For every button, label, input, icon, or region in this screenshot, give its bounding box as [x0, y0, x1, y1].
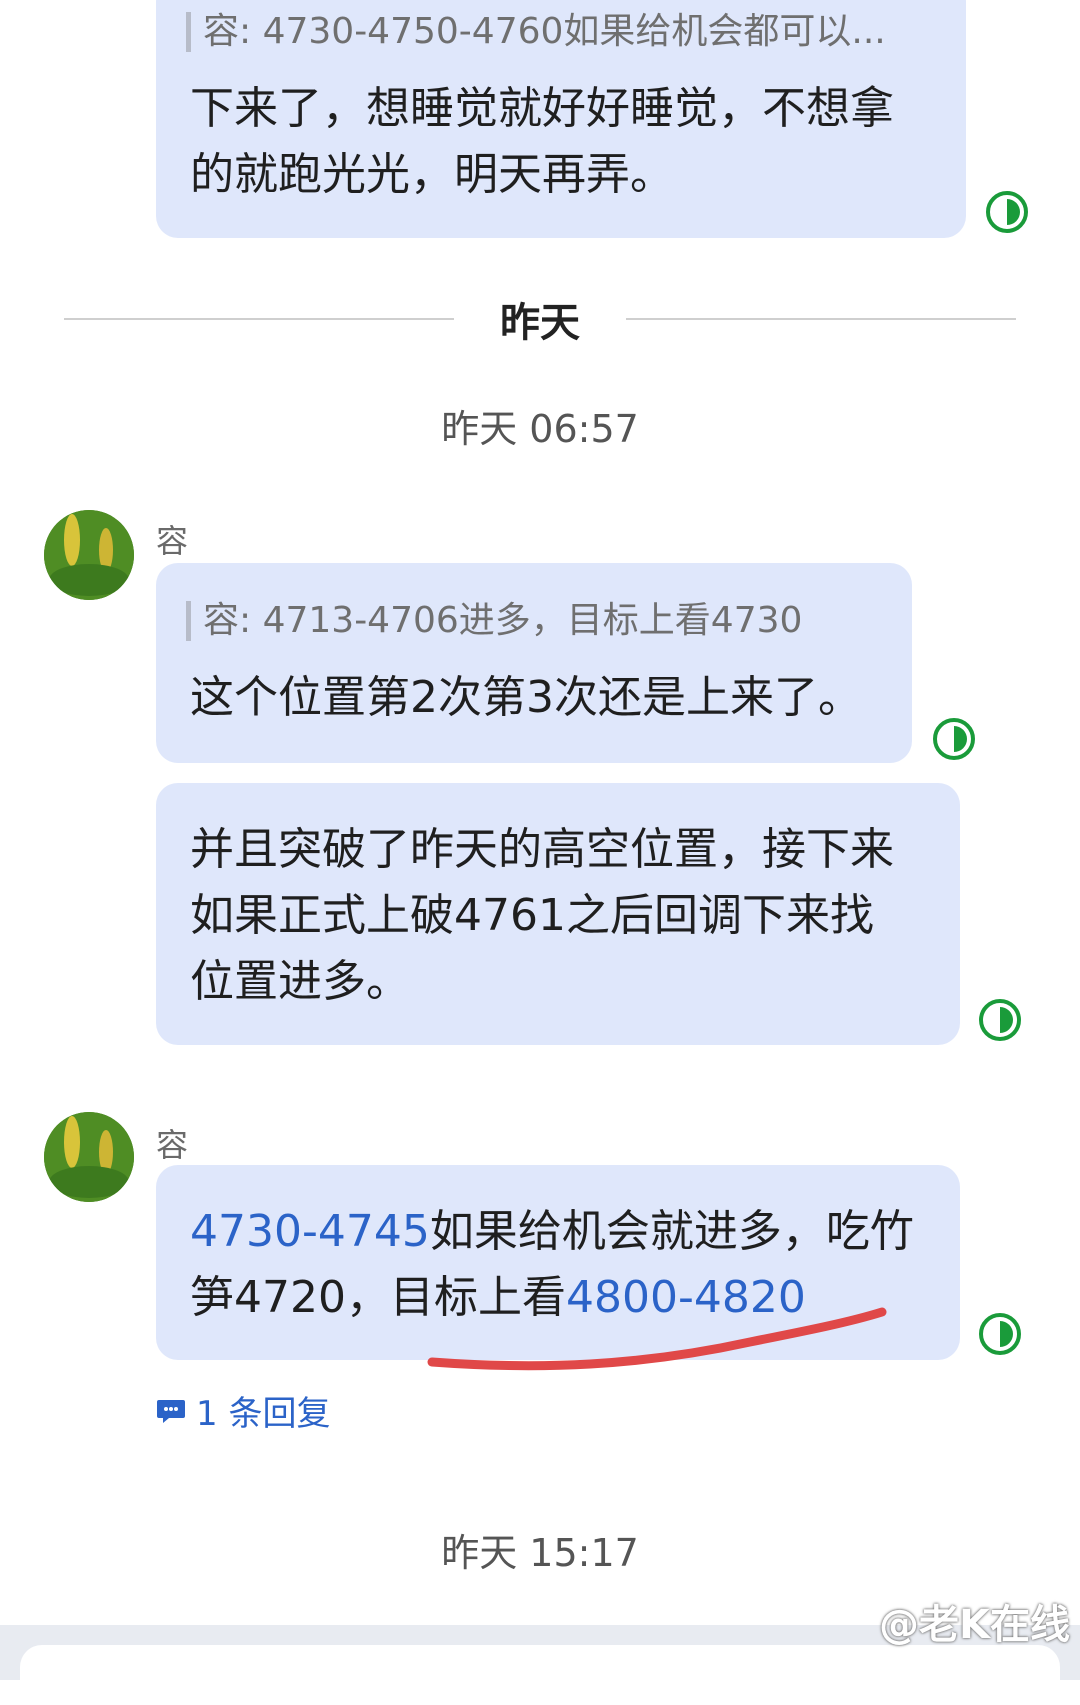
message-line: 如果正式上破4761之后回调下来找 [190, 890, 874, 941]
price-link[interactable]: 4730-4745 [190, 1206, 430, 1257]
quoted-reply[interactable]: 容: 4713-4706进多，目标上看4730 [186, 601, 883, 641]
message-line: 位置进多。 [190, 956, 410, 1007]
timestamp: 昨天 15:17 [441, 1531, 639, 1575]
avatar[interactable] [44, 1112, 134, 1202]
watermark: @老K在线 [879, 1602, 1070, 1648]
day-divider: 昨天 [0, 290, 1080, 350]
read-status-icon [979, 1313, 1021, 1355]
avatar-image [44, 510, 134, 600]
read-status-icon [979, 999, 1021, 1041]
sender-name: 容 [156, 1126, 189, 1164]
read-status-icon [933, 718, 975, 760]
reply-bubble-icon [157, 1399, 185, 1423]
reply-count-link[interactable]: 1 条回复 [156, 1386, 330, 1435]
message-bubble[interactable]: 并且突破了昨天的高空位置，接下来 如果正式上破4761之后回调下来找 位置进多。 [156, 783, 960, 1045]
message-input[interactable] [20, 1645, 1060, 1705]
message-line: 下来了，想睡觉就好好睡觉，不想拿 [190, 83, 894, 134]
message-text: 下来了，想睡觉就好好睡觉，不想拿 的就跑光光，明天再弄。 [190, 76, 950, 208]
day-divider-label: 昨天 [500, 300, 580, 346]
message-line: 4730-4745如果给机会就进多，吃竹 [190, 1199, 950, 1265]
quoted-reply[interactable]: 容: 4730-4750-4760如果给机会都可以... [186, 12, 943, 52]
timestamp: 昨天 06:57 [441, 407, 639, 451]
avatar[interactable] [44, 510, 134, 600]
handdrawn-underline [427, 1307, 887, 1371]
avatar-image [44, 1112, 134, 1202]
message-bubble-top[interactable]: 容: 4730-4750-4760如果给机会都可以... 下来了，想睡觉就好好睡… [156, 0, 966, 238]
message-line: 的就跑光光，明天再弄。 [190, 149, 674, 200]
reply-count-label: 1 条回复 [196, 1394, 331, 1434]
message-line: 并且突破了昨天的高空位置，接下来 [190, 824, 894, 875]
read-status-icon [986, 191, 1028, 233]
sender-name: 容 [156, 522, 189, 560]
message-text: 这个位置第2次第3次还是上来了。 [190, 672, 862, 723]
message-fragment: 如果给机会就进多，吃竹 [429, 1206, 914, 1257]
message-bubble[interactable]: 容: 4713-4706进多，目标上看4730 这个位置第2次第3次还是上来了。 [156, 563, 912, 763]
message-text: 并且突破了昨天的高空位置，接下来 如果正式上破4761之后回调下来找 位置进多。 [190, 817, 940, 1015]
